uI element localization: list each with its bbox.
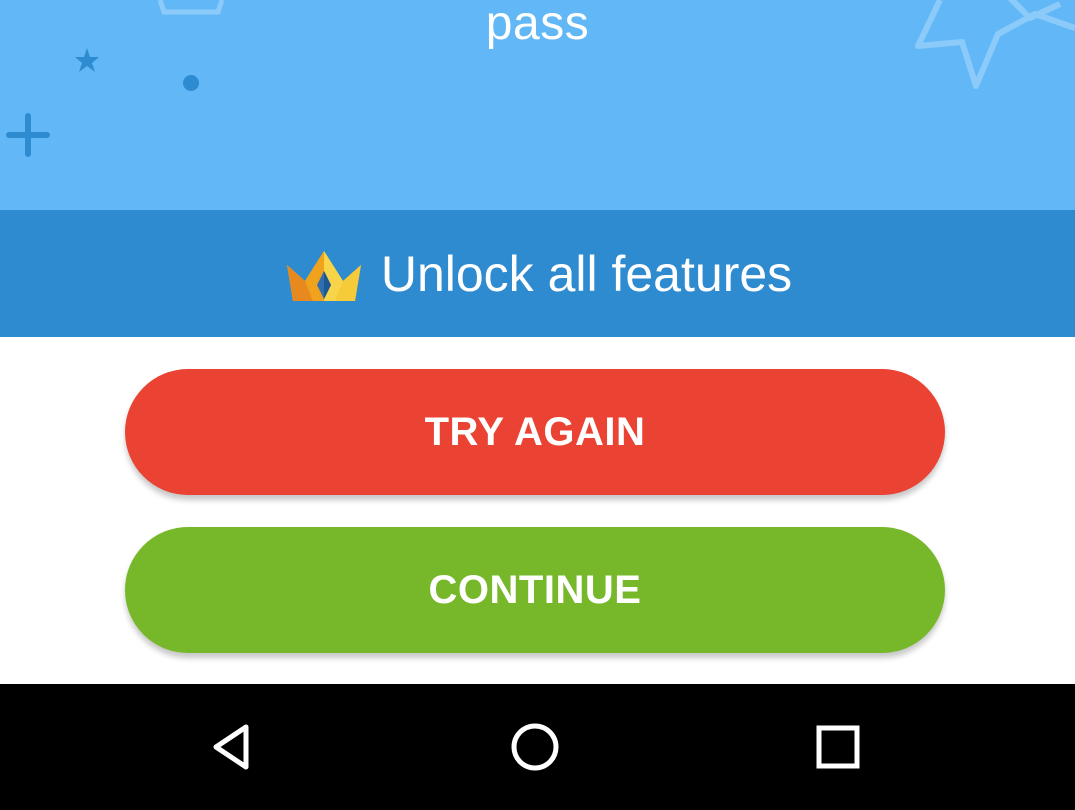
home-circle-icon bbox=[511, 723, 559, 771]
hero-title: pass bbox=[485, 0, 590, 50]
dot-icon bbox=[183, 75, 199, 91]
nav-back-button[interactable] bbox=[198, 712, 268, 782]
unlock-all-features-banner[interactable]: Unlock all features bbox=[0, 210, 1075, 337]
plus-icon bbox=[6, 113, 50, 157]
unlock-label: Unlock all features bbox=[380, 245, 793, 302]
action-buttons: TRY AGAIN CONTINUE bbox=[0, 337, 1075, 684]
results-screen: pass Unlock all features TRY AGAIN CONTI… bbox=[0, 0, 1075, 810]
nav-recent-apps-button[interactable] bbox=[803, 712, 873, 782]
android-navigation-bar bbox=[0, 684, 1075, 810]
try-again-button[interactable]: TRY AGAIN bbox=[125, 369, 945, 495]
continue-button[interactable]: CONTINUE bbox=[125, 527, 945, 653]
nav-home-button[interactable] bbox=[500, 712, 570, 782]
recent-apps-square-icon bbox=[816, 725, 860, 769]
crown-icon bbox=[286, 250, 361, 301]
back-triangle-icon bbox=[213, 724, 249, 770]
hero-banner: pass bbox=[0, 0, 1075, 210]
